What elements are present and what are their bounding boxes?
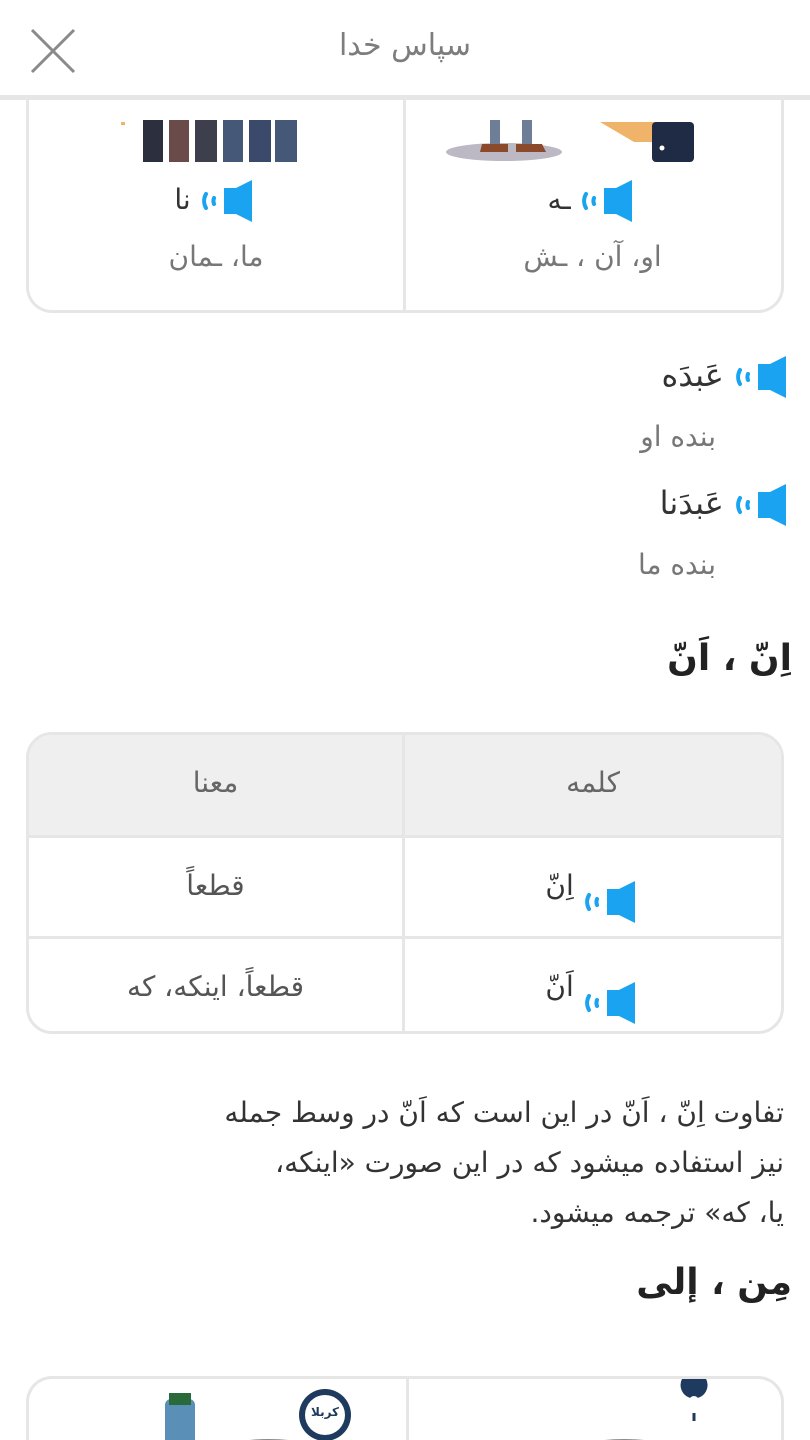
- table-header-row: کلمه معنا: [29, 735, 781, 835]
- pronoun-text: نا: [174, 183, 191, 216]
- example-word-meaning: بنده او: [640, 420, 716, 453]
- table-header-word: کلمه: [566, 766, 620, 799]
- explanation-paragraph: تفاوت اِنّ ، اَنّ در این است که اَنّ در …: [100, 1088, 784, 1238]
- map-illustration-right: [604, 1379, 708, 1440]
- example-word-text: عَبدَنا: [659, 484, 724, 522]
- pronoun-card-right: ـه او، آن ، ـش: [404, 100, 781, 310]
- pronoun-card: ـه او، آن ، ـش نا ما، ـمان: [26, 100, 784, 313]
- table-cell-meaning: قطعاً: [29, 838, 405, 938]
- min-ila-card-frame: کربلا: [26, 1376, 784, 1440]
- table-cell-meaning: قطعاً، اینکه، که: [29, 939, 405, 1031]
- table-cell-word: اَنّ: [405, 939, 781, 1031]
- paragraph-line: نیز استفاده میشود که در این صورت «اینکه،: [275, 1146, 784, 1179]
- group-illustration: [121, 120, 297, 162]
- example-word-line: عَبدَنا: [638, 484, 792, 526]
- top-bar: سپاس خدا: [0, 0, 810, 100]
- person-illustration: [446, 120, 694, 162]
- speaker-icon[interactable]: [734, 356, 792, 398]
- example-word-1: عَبدَه بنده او: [640, 356, 792, 453]
- speaker-icon[interactable]: [734, 484, 792, 526]
- section-heading-inna: اِنّ ، اَنّ: [667, 638, 792, 679]
- speaker-icon[interactable]: [200, 180, 258, 222]
- table-word-text: اَنّ: [545, 970, 574, 1003]
- map-illustration-left: [165, 1389, 351, 1440]
- example-word-line: عَبدَه: [640, 356, 792, 398]
- speaker-icon[interactable]: [583, 866, 641, 923]
- speaker-icon[interactable]: [580, 180, 638, 222]
- table-cell-word: اِنّ: [405, 838, 781, 938]
- pronoun-meaning: او، آن ، ـش: [523, 240, 662, 273]
- pronoun-row: ـه: [404, 180, 781, 222]
- section-heading-min-ila: مِن ، إلی: [636, 1262, 792, 1303]
- word-table: کلمه معنا اِنّ قطعاً اَنّ قطعاً، اینکه، …: [26, 732, 784, 1034]
- pronoun-row: نا: [29, 180, 403, 222]
- example-word-text: عَبدَه: [661, 356, 724, 394]
- paragraph-line: تفاوت اِنّ ، اَنّ در این است که اَنّ در …: [224, 1096, 784, 1129]
- table-word-text: اِنّ: [545, 869, 574, 902]
- paragraph-line: یا، که» ترجمه میشود.: [530, 1196, 784, 1229]
- pronoun-card-left: نا ما، ـمان: [29, 100, 406, 310]
- speaker-icon[interactable]: [583, 967, 641, 1024]
- pronoun-meaning: ما، ـمان: [168, 240, 264, 273]
- pin-label: کربلا: [310, 1405, 340, 1419]
- table-header-meaning: معنا: [29, 735, 405, 835]
- pronoun-text: ـه: [547, 183, 571, 216]
- page-title: سپاس خدا: [338, 28, 472, 63]
- table-row: اِنّ قطعاً: [29, 835, 781, 938]
- example-word-meaning: بنده ما: [637, 548, 716, 581]
- example-word-2: عَبدَنا بنده ما: [638, 484, 792, 581]
- table-row: اَنّ قطعاً، اینکه، که: [29, 936, 781, 1031]
